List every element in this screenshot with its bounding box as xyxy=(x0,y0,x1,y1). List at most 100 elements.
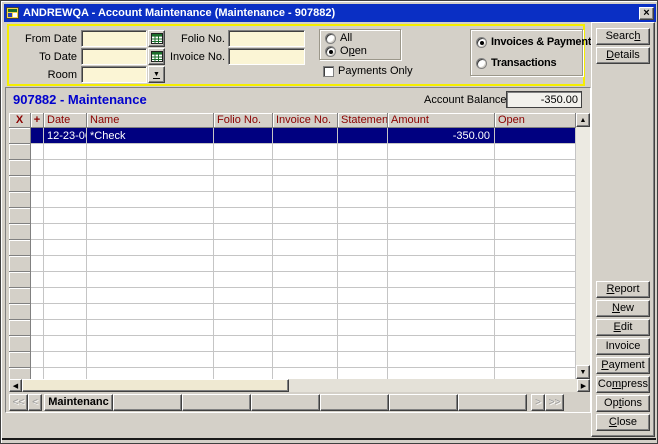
cell[interactable] xyxy=(214,144,273,160)
table-row[interactable] xyxy=(9,304,576,320)
table-row[interactable] xyxy=(9,176,576,192)
table-row[interactable] xyxy=(9,272,576,288)
cell[interactable] xyxy=(87,176,214,192)
cell[interactable] xyxy=(44,176,87,192)
cell[interactable] xyxy=(44,320,87,336)
cell[interactable] xyxy=(388,368,495,379)
radio-open[interactable]: Open xyxy=(325,45,367,57)
cell[interactable] xyxy=(87,288,214,304)
cell[interactable] xyxy=(44,336,87,352)
cell[interactable] xyxy=(44,160,87,176)
cell[interactable] xyxy=(87,304,214,320)
cell[interactable] xyxy=(44,272,87,288)
cell[interactable] xyxy=(495,208,576,224)
close-button[interactable]: Close xyxy=(596,414,650,431)
scrollbar-thumb[interactable] xyxy=(22,379,289,392)
cell[interactable] xyxy=(388,176,495,192)
cell[interactable] xyxy=(44,224,87,240)
cell[interactable] xyxy=(87,336,214,352)
cell[interactable] xyxy=(273,352,338,368)
cell[interactable] xyxy=(338,368,388,379)
invoice-input[interactable] xyxy=(228,48,305,65)
cell[interactable] xyxy=(87,368,214,379)
scroll-up-button[interactable]: ▲ xyxy=(576,113,590,127)
cell[interactable] xyxy=(31,336,44,352)
tab-empty[interactable] xyxy=(320,394,389,411)
cell[interactable] xyxy=(495,144,576,160)
search-button[interactable]: Search xyxy=(596,28,650,45)
cell[interactable] xyxy=(87,272,214,288)
cell[interactable] xyxy=(31,272,44,288)
cell[interactable] xyxy=(214,272,273,288)
payments-only-checkbox[interactable]: Payments Only xyxy=(323,65,413,77)
column-header-statement[interactable]: Statement xyxy=(338,113,388,128)
row-header-cell[interactable] xyxy=(9,176,31,192)
cell[interactable] xyxy=(87,144,214,160)
row-header-cell[interactable] xyxy=(9,240,31,256)
cell[interactable] xyxy=(31,128,44,144)
cell[interactable] xyxy=(388,256,495,272)
cell[interactable] xyxy=(388,272,495,288)
cell[interactable] xyxy=(31,368,44,379)
table-row[interactable] xyxy=(9,144,576,160)
table-row[interactable] xyxy=(9,352,576,368)
details-button[interactable]: Details xyxy=(596,47,650,64)
cell[interactable] xyxy=(214,208,273,224)
cell[interactable] xyxy=(87,320,214,336)
cell[interactable] xyxy=(338,176,388,192)
cell[interactable] xyxy=(214,336,273,352)
tab-empty[interactable] xyxy=(251,394,320,411)
row-header-cell[interactable] xyxy=(9,304,31,320)
column-header-x[interactable]: X xyxy=(9,113,31,128)
cell[interactable] xyxy=(31,304,44,320)
cell[interactable] xyxy=(495,336,576,352)
cell[interactable] xyxy=(388,144,495,160)
cell[interactable] xyxy=(273,128,338,144)
title-bar[interactable]: ANDREWQA - Account Maintenance (Maintena… xyxy=(4,4,656,22)
cell[interactable] xyxy=(214,224,273,240)
column-header-date[interactable]: Date xyxy=(44,113,87,128)
cell[interactable] xyxy=(388,320,495,336)
scroll-left-button[interactable]: ◀ xyxy=(9,379,22,392)
table-row[interactable] xyxy=(9,336,576,352)
scroll-right-button[interactable]: ▶ xyxy=(577,379,590,392)
cell[interactable] xyxy=(388,192,495,208)
cell[interactable] xyxy=(44,352,87,368)
table-row[interactable] xyxy=(9,224,576,240)
to-date-input[interactable] xyxy=(81,48,147,65)
cell[interactable] xyxy=(87,352,214,368)
radio-transactions[interactable]: Transactions xyxy=(476,57,556,69)
cell[interactable] xyxy=(495,288,576,304)
cell[interactable] xyxy=(214,288,273,304)
column-header-open[interactable]: Open xyxy=(495,113,576,128)
cell[interactable] xyxy=(87,208,214,224)
new-button[interactable]: New xyxy=(596,300,650,317)
cell[interactable] xyxy=(87,160,214,176)
cell[interactable] xyxy=(495,368,576,379)
table-row[interactable] xyxy=(9,208,576,224)
room-input[interactable] xyxy=(81,66,147,83)
from-date-input[interactable] xyxy=(81,30,147,47)
cell[interactable] xyxy=(338,224,388,240)
cell[interactable] xyxy=(87,240,214,256)
table-row[interactable] xyxy=(9,320,576,336)
cell[interactable] xyxy=(31,224,44,240)
cell[interactable] xyxy=(273,272,338,288)
column-header-name[interactable]: Name xyxy=(87,113,214,128)
cell[interactable] xyxy=(273,256,338,272)
horizontal-scrollbar[interactable]: ◀ ▶ xyxy=(9,379,590,392)
cell[interactable] xyxy=(388,240,495,256)
column-header-invoice-no-[interactable]: Invoice No. xyxy=(273,113,338,128)
payment-button[interactable]: Payment xyxy=(596,357,650,374)
cell[interactable] xyxy=(214,304,273,320)
row-header-cell[interactable] xyxy=(9,336,31,352)
cell[interactable] xyxy=(273,224,338,240)
cell[interactable] xyxy=(31,352,44,368)
cell[interactable] xyxy=(214,128,273,144)
cell[interactable] xyxy=(273,304,338,320)
cell[interactable] xyxy=(388,288,495,304)
report-button[interactable]: Report xyxy=(596,281,650,298)
cell[interactable] xyxy=(214,368,273,379)
cell[interactable] xyxy=(214,192,273,208)
tab-nav-next-button[interactable]: > xyxy=(531,394,545,411)
